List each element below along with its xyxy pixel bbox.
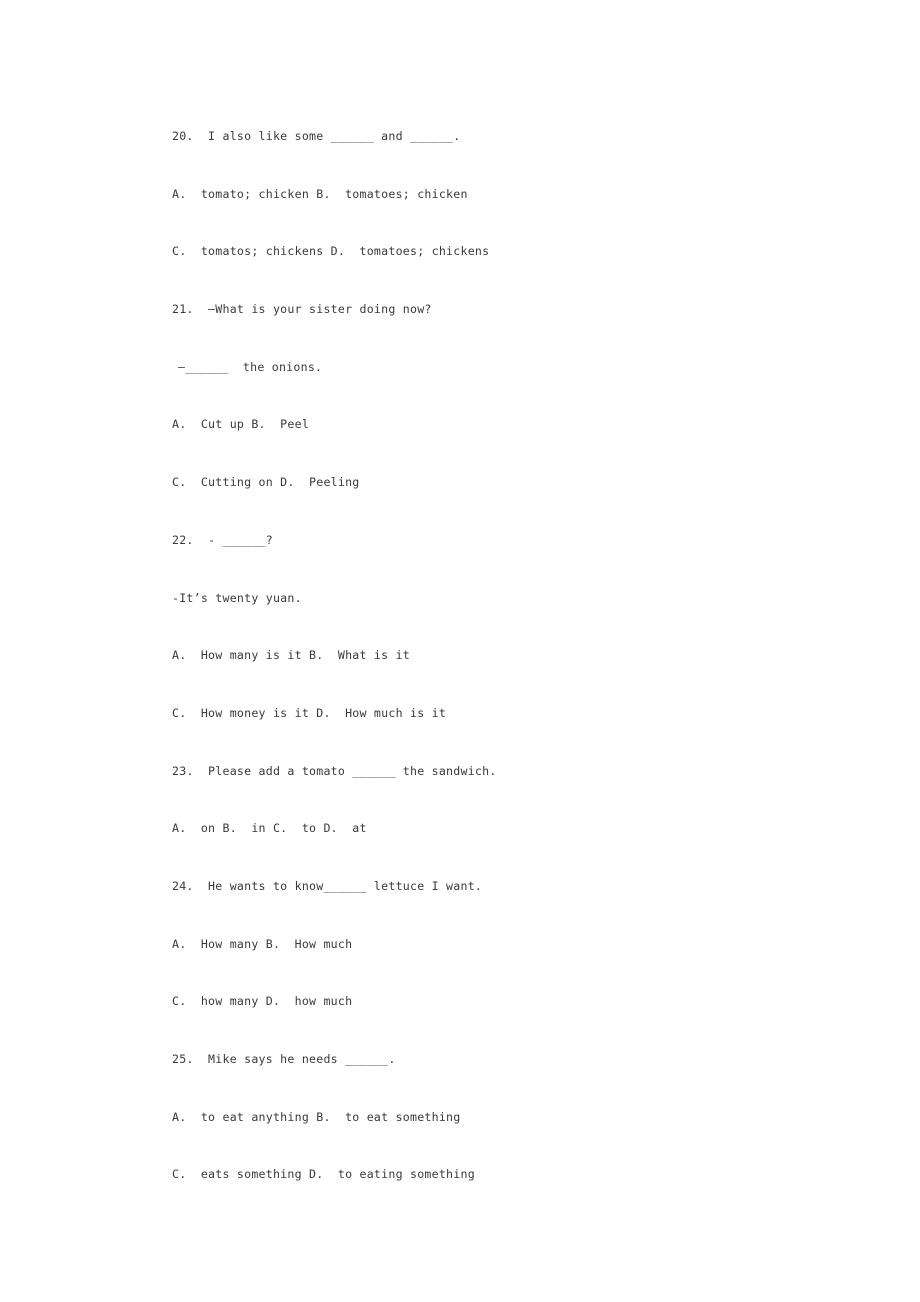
question-20-options-ab: A. tomato; chicken B. tomatoes; chicken [172, 186, 468, 201]
question-22-stem: 22. - ______? [172, 532, 273, 547]
worksheet-body: 20. I also like some ______ and ______. … [172, 108, 872, 1204]
question-24-options-cd: C. how many D. how much [172, 994, 353, 1009]
question-23-stem: 23. Please add a tomato ______ the sandw… [172, 763, 497, 778]
question-22-options-cd: C. How money is it D. How much is it [172, 705, 447, 720]
document-page: 20. I also like some ______ and ______. … [0, 0, 920, 1302]
question-25-options-ab: A. to eat anything B. to eat something [172, 1109, 461, 1124]
question-20-options-cd: C. tomatos; chickens D. tomatoes; chicke… [172, 244, 490, 259]
question-24-options-ab: A. How many B. How much [172, 936, 353, 951]
question-22-options-ab: A. How many is it B. What is it [172, 648, 410, 663]
question-21-options-ab: A. Cut up B. Peel [172, 417, 310, 432]
question-25-options-cd: C. eats something D. to eating something [172, 1167, 475, 1182]
question-20-stem: 20. I also like some ______ and ______. [172, 129, 461, 143]
question-23-options: A. on B. in C. to D. at [172, 821, 367, 836]
question-24-stem: 24. He wants to know______ lettuce I wan… [172, 878, 483, 893]
question-21-stem: 21. —What is your sister doing now? [172, 302, 432, 317]
question-22-answer-line: -It’s twenty yuan. [172, 590, 302, 605]
question-21-answer-line: —______ the onions. [178, 359, 323, 374]
question-21-options-cd: C. Cutting on D. Peeling [172, 475, 360, 490]
question-25-stem: 25. Mike says he needs ______. [172, 1052, 396, 1066]
